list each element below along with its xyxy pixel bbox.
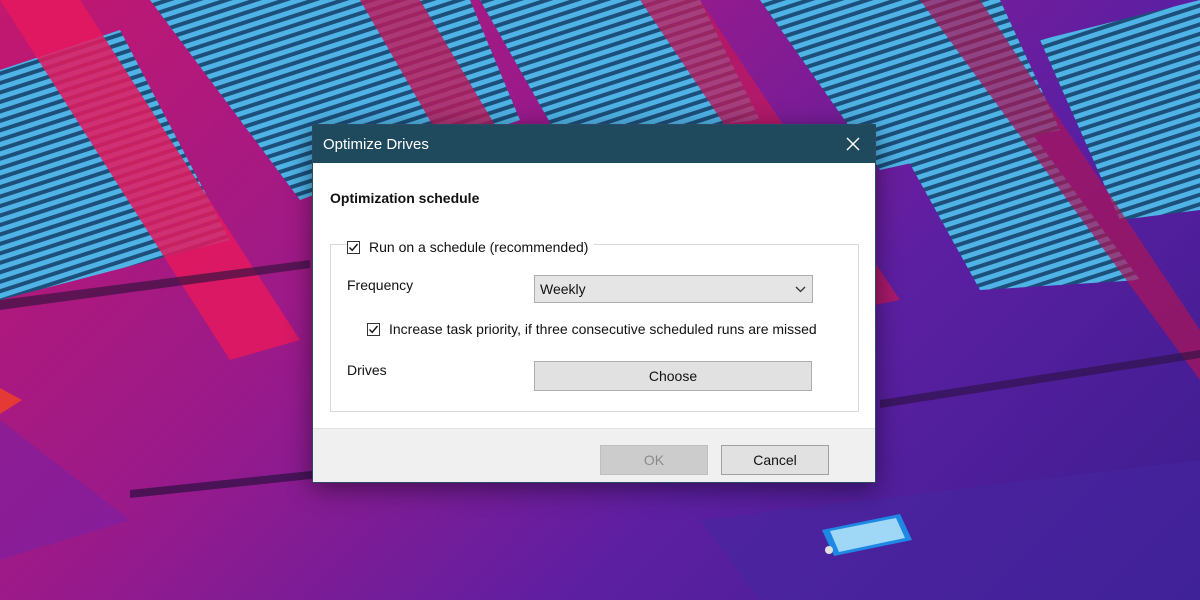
dialog-title: Optimize Drives bbox=[323, 135, 429, 153]
priority-checkbox[interactable] bbox=[367, 322, 380, 336]
schedule-checkbox-row[interactable]: Run on a schedule (recommended) bbox=[347, 237, 595, 257]
frequency-selected-value: Weekly bbox=[540, 281, 586, 297]
close-icon bbox=[846, 137, 860, 151]
dialog-titlebar[interactable]: Optimize Drives bbox=[313, 125, 875, 163]
choose-drives-button[interactable]: Choose bbox=[534, 361, 812, 391]
dialog-footer: OK Cancel bbox=[313, 428, 875, 482]
cancel-button[interactable]: Cancel bbox=[721, 445, 829, 475]
priority-checkbox-row[interactable]: Increase task priority, if three consecu… bbox=[367, 319, 823, 339]
schedule-checkbox[interactable] bbox=[347, 240, 360, 254]
chevron-down-icon bbox=[795, 286, 806, 292]
drives-label: Drives bbox=[347, 362, 387, 378]
checkmark-icon bbox=[348, 243, 359, 251]
priority-checkbox-label: Increase task priority, if three consecu… bbox=[389, 321, 817, 337]
frequency-label: Frequency bbox=[347, 277, 414, 293]
optimize-drives-dialog: Optimize Drives Optimization schedule Ru… bbox=[312, 124, 876, 483]
close-button[interactable] bbox=[831, 125, 875, 163]
section-heading: Optimization schedule bbox=[330, 190, 480, 206]
checkmark-icon bbox=[368, 325, 379, 333]
frequency-select[interactable]: Weekly bbox=[534, 275, 813, 303]
schedule-checkbox-label: Run on a schedule (recommended) bbox=[369, 239, 589, 255]
ok-button[interactable]: OK bbox=[600, 445, 708, 475]
